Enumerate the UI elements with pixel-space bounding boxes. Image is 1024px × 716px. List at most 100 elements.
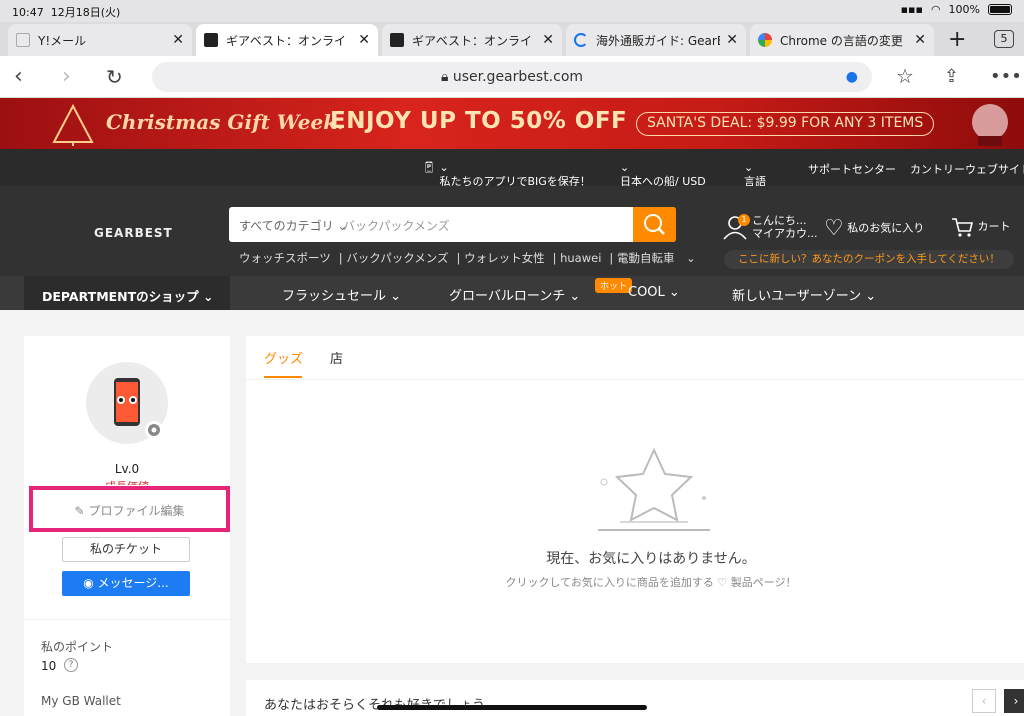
prev-arrow-icon[interactable]: ‹ bbox=[972, 689, 996, 713]
forward-icon[interactable]: › bbox=[62, 64, 71, 89]
christmas-banner[interactable]: Christmas Gift Week. ENJOY UP TO 50% OFF… bbox=[0, 98, 1024, 149]
hotword-link[interactable]: バックパックメンズ bbox=[346, 251, 448, 265]
status-bar: 10:47 12月18日(火) ▪▪▪ ◠ 100% bbox=[0, 0, 1024, 22]
back-icon[interactable]: ‹ bbox=[14, 64, 23, 89]
search-bar: すべてのカテゴリ ⌄ バックパックメンズ bbox=[229, 207, 676, 242]
hotword-link[interactable]: ウォッチスポーツ bbox=[239, 251, 331, 265]
cart-link[interactable]: カート bbox=[950, 216, 1011, 238]
support-link[interactable]: サポートセンター bbox=[808, 161, 896, 177]
share-icon[interactable]: ⇪ bbox=[944, 66, 959, 87]
mic-icon[interactable]: ● bbox=[846, 62, 858, 92]
nav-global-launch[interactable]: グローバルローンチ ⌄ bbox=[449, 285, 580, 304]
nav-label: 新しいユーザーゾーン bbox=[732, 289, 862, 304]
my-ticket-button[interactable]: 私のチケット bbox=[62, 537, 190, 562]
app-link[interactable]: 📱︎ 私たちのアプリでBIGを保存！ ⌄ bbox=[422, 161, 591, 188]
divider bbox=[24, 619, 230, 620]
mail-favicon-icon bbox=[16, 33, 30, 47]
messenger-icon: ◉ bbox=[83, 576, 94, 590]
gearbest-favicon-icon bbox=[390, 33, 404, 47]
heart-icon: ♡ bbox=[824, 216, 844, 241]
account-badge: 1 bbox=[738, 214, 750, 226]
close-icon[interactable]: ✕ bbox=[542, 32, 554, 48]
tab-title: ギアベスト：オンライ bbox=[412, 33, 533, 48]
google-icon bbox=[758, 33, 772, 47]
nav-flash-sale[interactable]: フラッシュセール ⌄ bbox=[282, 285, 401, 304]
avatar[interactable] bbox=[86, 362, 168, 444]
account-menu[interactable]: 1 こんにち... マイアカウ... bbox=[722, 214, 818, 240]
browser-tab-active[interactable]: ギアベスト：オンライ ✕ bbox=[196, 24, 378, 56]
account-label: マイアカウ... bbox=[752, 227, 818, 240]
hotword-link[interactable]: ウォレット女性 bbox=[464, 251, 545, 265]
hotword-link[interactable]: huawei bbox=[560, 251, 601, 265]
battery-icon bbox=[988, 4, 1012, 15]
tab-bar: Y!メール ✕ ギアベスト：オンライ ✕ ギアベスト：オンライ ✕ 海外通販ガイ… bbox=[0, 22, 1024, 56]
search-input[interactable]: バックパックメンズ bbox=[343, 217, 450, 234]
site-header: GEARBEST すべてのカテゴリ ⌄ バックパックメンズ ウォッチスポーツ | … bbox=[0, 186, 1024, 276]
browser-tab[interactable]: ギアベスト：オンライ ✕ bbox=[382, 24, 562, 56]
browser-tab[interactable]: 海外通販ガイド: GearBe ✕ bbox=[566, 24, 746, 56]
star-icon[interactable]: ☆ bbox=[896, 64, 914, 88]
edit-profile-link[interactable]: ✎ プロファイル編集 bbox=[33, 502, 226, 519]
browser-tab[interactable]: Y!メール ✕ bbox=[8, 24, 192, 56]
status-time: 10:47 12月18日(火) bbox=[12, 4, 120, 20]
tab-shop[interactable]: 店 bbox=[330, 348, 343, 367]
gift-globe-icon bbox=[972, 104, 1008, 146]
signal-icon: ▪▪▪ bbox=[900, 3, 923, 16]
close-icon[interactable]: ✕ bbox=[914, 32, 926, 48]
department-label: DEPARTMENTのショップ bbox=[42, 289, 199, 304]
close-icon[interactable]: ✕ bbox=[172, 32, 184, 48]
divider bbox=[246, 379, 1024, 380]
favorites-label: 私のお気に入り bbox=[847, 221, 925, 235]
settings-gear-icon[interactable] bbox=[144, 420, 164, 440]
favorites-link[interactable]: ♡ 私のお気に入り bbox=[824, 216, 924, 241]
logo-text: GEARBEST bbox=[94, 226, 173, 240]
help-icon[interactable]: ? bbox=[64, 658, 78, 672]
close-icon[interactable]: ✕ bbox=[726, 32, 738, 48]
tab-goods[interactable]: グッズ bbox=[264, 348, 303, 367]
cart-icon bbox=[952, 218, 974, 237]
active-tab-indicator bbox=[264, 376, 302, 378]
account-greeting: こんにち... bbox=[752, 214, 807, 227]
banner-deal: SANTA'S DEAL: $9.99 FOR ANY 3 ITEMS bbox=[636, 112, 935, 136]
new-tab-plus-icon[interactable]: + bbox=[948, 27, 966, 52]
language-selector[interactable]: 言語 ⌄ bbox=[744, 161, 766, 188]
home-indicator[interactable] bbox=[377, 705, 647, 710]
hot-searches: ウォッチスポーツ | バックパックメンズ | ウォレット女性 | huawei | 電動… bbox=[239, 251, 696, 265]
search-button[interactable] bbox=[633, 207, 676, 242]
tab-title: ギアベスト：オンライ bbox=[226, 33, 347, 48]
tab-count-button[interactable]: 5 bbox=[994, 30, 1014, 48]
tree-icon bbox=[52, 103, 94, 146]
date: 12月18日(火) bbox=[50, 6, 121, 19]
more-icon[interactable]: ••• bbox=[990, 66, 1022, 87]
gearbest-logo[interactable]: GEARBEST bbox=[36, 198, 196, 258]
clock: 10:47 bbox=[12, 6, 44, 19]
url-text: user.gearbest.com bbox=[452, 69, 584, 85]
next-arrow-icon[interactable]: › bbox=[1004, 689, 1024, 713]
address-bar: ‹ › ↻ 🔒︎ user.gearbest.com ● ☆ ⇪ ••• bbox=[0, 56, 1024, 98]
cart-label: カート bbox=[977, 220, 1011, 233]
lock-icon: 🔒︎ bbox=[440, 69, 449, 85]
shipping-selector[interactable]: 日本への船/ USD ⌄ bbox=[620, 161, 706, 188]
hotword-link[interactable]: 電動自転車 bbox=[617, 251, 675, 265]
wifi-icon: ◠ bbox=[930, 3, 941, 16]
nav-label: グローバルローンチ bbox=[449, 289, 566, 304]
tab-title: Y!メール bbox=[38, 33, 87, 48]
url-field[interactable]: 🔒︎ user.gearbest.com ● bbox=[152, 62, 872, 92]
nav-new-user-zone[interactable]: 新しいユーザーゾーン ⌄ bbox=[732, 285, 876, 304]
recommendations-panel: あなたはおそらくそれも好きでしょう ‹ › bbox=[246, 680, 1024, 716]
close-icon[interactable]: ✕ bbox=[358, 32, 370, 48]
browser-tab[interactable]: Chrome の言語の変更 ✕ bbox=[750, 24, 934, 56]
status-icons: ▪▪▪ ◠ 100% bbox=[901, 3, 1012, 16]
coupon-promo[interactable]: ここに新しい？あなたのクーポンを入手してください！ bbox=[724, 250, 1014, 269]
user-level: Lv.0 bbox=[114, 462, 140, 476]
messenger-button[interactable]: ◉ メッセージ... bbox=[62, 571, 190, 596]
pencil-icon: ✎ bbox=[74, 504, 85, 518]
search-category[interactable]: すべてのカテゴリ ⌄ bbox=[239, 217, 348, 234]
profile-sidebar: Lv.0 成長価値 ✎ プロファイル編集 私のチケット ◉ メッセージ... 私… bbox=[24, 336, 230, 716]
search-icon bbox=[644, 214, 665, 235]
battery-percent: 100% bbox=[948, 3, 980, 16]
country-link[interactable]: カントリーウェブサイト bbox=[910, 161, 1024, 177]
nav-cool[interactable]: COOL ⌄ bbox=[628, 285, 680, 300]
reload-icon[interactable]: ↻ bbox=[106, 65, 123, 89]
department-menu[interactable]: DEPARTMENTのショップ ⌄ bbox=[24, 276, 230, 310]
